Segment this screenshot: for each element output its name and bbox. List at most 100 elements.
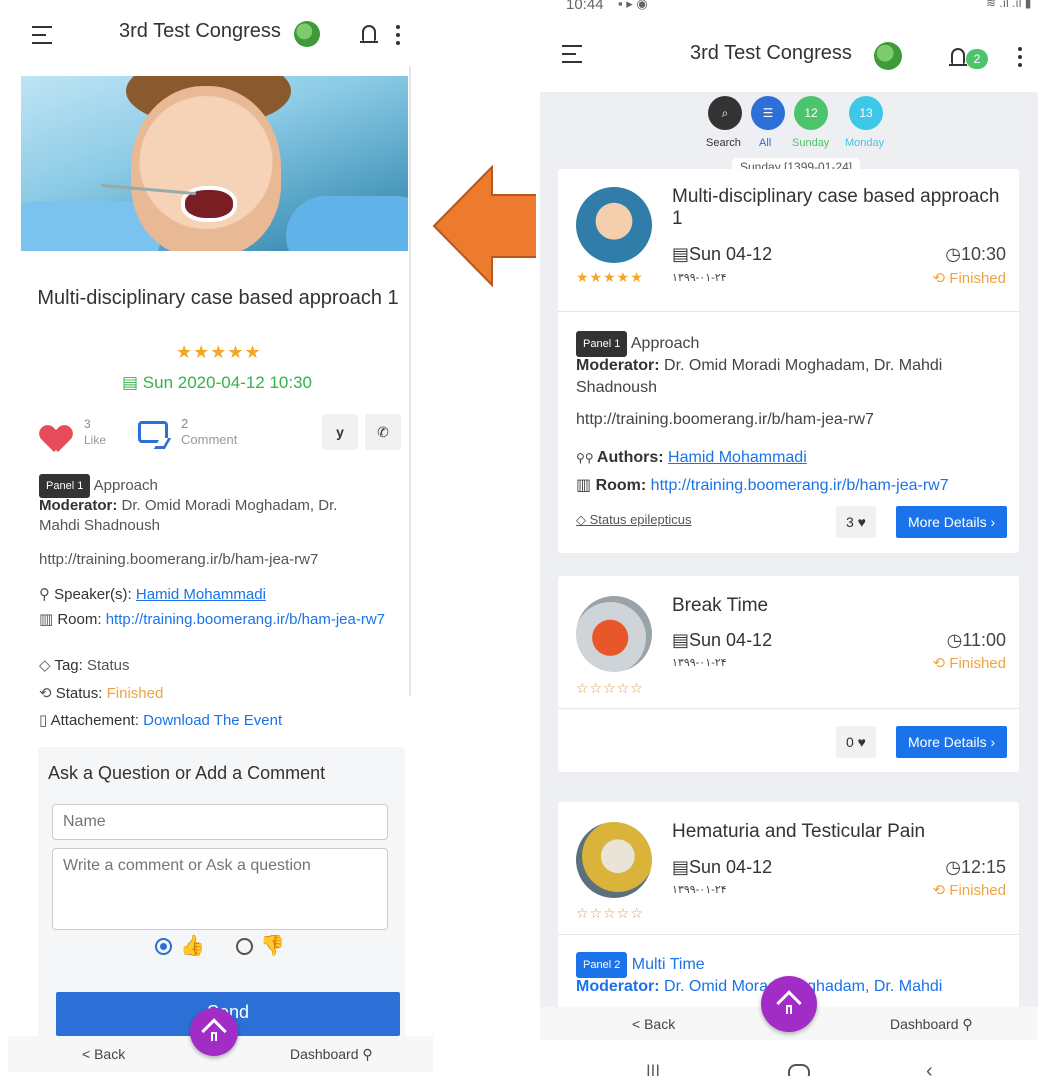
more-vert-icon[interactable]	[1018, 47, 1022, 71]
right-phone-screen: 10:44 ▪ ▸ ◉ ≋ .ıl .ıl ▮ 3rd Test Congres…	[536, 0, 1043, 1076]
clock-icon: ◷	[946, 630, 963, 650]
status-icons: ▪ ▸ ◉	[618, 0, 648, 11]
status-finished: ⟲ Finished	[932, 882, 1006, 899]
event-time: ◷12:15	[945, 857, 1006, 877]
download-link[interactable]: Download The Event	[143, 712, 282, 729]
back-nav-icon[interactable]: ‹	[926, 1060, 933, 1076]
attachment-line: ▯ Attachement: Download The Event	[39, 712, 283, 729]
status-bar: 10:44 ▪ ▸ ◉ ≋ .ıl .ıl ▮	[536, 0, 1043, 16]
panel-badge: Panel 2	[576, 952, 628, 978]
event-time: ◷10:30	[945, 244, 1006, 264]
persian-date: ۱۳۹۹-۰۱-۲۴	[672, 884, 727, 896]
search-filter-icon[interactable]: ⌕	[708, 96, 742, 130]
author-link[interactable]: Hamid Mohammadi	[668, 449, 807, 466]
history-icon: ⟲	[39, 685, 56, 702]
history-icon: ⟲	[932, 270, 950, 287]
comment-field[interactable]	[52, 848, 388, 930]
dashboard-button[interactable]: Dashboard ⚲	[890, 1016, 973, 1033]
tag-icon: ◇	[576, 512, 590, 527]
tag-link[interactable]: ◇ Status epilepticus	[576, 512, 692, 528]
comment-icon[interactable]	[138, 421, 168, 443]
event-list[interactable]: ⌕ ☰ 12 13 Search All Sunday Monday Sunda…	[540, 92, 1038, 1022]
like-radio[interactable]	[155, 938, 172, 955]
congress-logo-icon	[874, 42, 902, 70]
like-count-button[interactable]: 0 ♥	[836, 726, 876, 758]
app-title: 3rd Test Congress	[119, 20, 281, 42]
moderator-line: Moderator: Dr. Omid Moradi Moghadam, Dr.…	[576, 357, 943, 396]
card-divider	[558, 708, 1019, 709]
all-filter-icon[interactable]: ☰	[751, 96, 785, 130]
persian-date: ۱۳۹۹-۰۱-۲۴	[672, 657, 727, 669]
menu-icon[interactable]	[32, 26, 52, 50]
bell-icon[interactable]	[360, 25, 378, 43]
dislike-radio[interactable]	[236, 938, 253, 955]
menu-icon[interactable]	[562, 45, 582, 69]
event-card[interactable]: Multi-disciplinary case based approach 1…	[558, 169, 1019, 553]
monday-filter[interactable]: 13	[849, 96, 883, 130]
speaker-line: ⚲ Speaker(s): Hamid Mohammadi	[39, 586, 266, 603]
event-time: ◷11:00	[946, 630, 1006, 650]
room-line: ▥ Room: http://training.boomerang.ir/b/h…	[39, 611, 386, 628]
rating-stars: ★★★★★	[176, 342, 262, 362]
back-button[interactable]: < Back	[632, 1016, 675, 1032]
app-title: 3rd Test Congress	[690, 42, 852, 64]
card-divider	[558, 311, 1019, 312]
event-link[interactable]: http://training.boomerang.ir/b/ham-jea-r…	[576, 409, 874, 431]
panel-line: Panel 2 Multi Time	[576, 952, 705, 978]
event-title: Multi-disciplinary case based approach 1	[37, 287, 399, 309]
android-nav-bar: ||| ‹	[536, 1040, 1043, 1076]
event-card[interactable]: Break Time ▤Sun 04-12 ◷11:00 ۱۳۹۹-۰۱-۲۴ …	[558, 576, 1019, 772]
event-thumbnail	[576, 822, 652, 898]
dashboard-button[interactable]: Dashboard ⚲	[290, 1046, 373, 1063]
whatsapp-share-icon[interactable]: ✆	[365, 414, 401, 450]
scrollbar[interactable]	[409, 66, 411, 696]
notification-badge: 2	[966, 49, 988, 69]
more-details-button[interactable]: More Details ›	[896, 726, 1008, 758]
twitter-share-icon[interactable]: y	[322, 414, 358, 450]
sunday-filter[interactable]: 12	[794, 96, 828, 130]
calendar-icon: ▤	[672, 857, 690, 877]
bell-icon[interactable]	[949, 48, 967, 66]
all-filter-label: All	[759, 137, 772, 149]
status-time: 10:44	[566, 0, 604, 13]
recent-apps-icon[interactable]: |||	[646, 1062, 660, 1076]
thumbs-down-icon: 👎	[260, 935, 285, 957]
more-vert-icon[interactable]	[396, 25, 400, 49]
panel-line: Panel 1 Approach	[576, 331, 1006, 357]
panel-badge: Panel 1	[576, 331, 628, 357]
card-divider	[558, 934, 1019, 935]
moderator-line: Moderator: Dr. Omid Moradi Moghadam, Dr.…	[39, 497, 338, 534]
home-fab-button[interactable]	[190, 1008, 238, 1056]
history-icon: ⟲	[932, 655, 950, 672]
authors-line: ⚲⚲ Authors: Hamid Mohammadi	[576, 449, 807, 466]
like-count-button[interactable]: 3 ♥	[836, 506, 876, 538]
clock-icon: ◷	[945, 857, 961, 877]
room-link[interactable]: http://training.boomerang.ir/b/ham-jea-r…	[651, 477, 949, 494]
congress-logo-icon	[294, 21, 320, 47]
search-filter-label: Search	[706, 137, 741, 149]
name-field[interactable]	[52, 804, 388, 840]
map-icon: ▥	[576, 477, 596, 494]
history-icon: ⟲	[932, 882, 950, 899]
event-title[interactable]: Hematuria and Testicular Pain	[672, 821, 925, 843]
event-datetime: ▤ Sun 2020-04-12 10:30	[122, 373, 312, 392]
room-line: ▥ Room: http://training.boomerang.ir/b/h…	[576, 477, 949, 494]
back-button[interactable]: < Back	[82, 1046, 125, 1062]
like-heart-icon[interactable]	[41, 426, 71, 454]
event-title[interactable]: Multi-disciplinary case based approach 1	[672, 186, 1002, 230]
form-heading: Ask a Question or Add a Comment	[48, 763, 326, 783]
clock-icon: ◷	[945, 244, 961, 264]
top-app-bar: 3rd Test Congress	[8, 8, 433, 66]
speaker-link[interactable]: Hamid Mohammadi	[136, 586, 266, 603]
status-line: ⟲ Status: Finished	[39, 685, 164, 702]
room-link[interactable]: http://training.boomerang.ir/b/ham-jea-r…	[106, 611, 385, 628]
event-thumbnail	[576, 187, 652, 263]
home-fab-button[interactable]	[761, 976, 817, 1032]
map-icon: ▥	[39, 611, 58, 628]
rating-stars: ☆☆☆☆☆	[576, 680, 644, 696]
event-title[interactable]: Break Time	[672, 595, 768, 617]
status-finished: ⟲ Finished	[932, 655, 1006, 672]
more-details-button[interactable]: More Details ›	[896, 506, 1008, 538]
event-link[interactable]: http://training.boomerang.ir/b/ham-jea-r…	[39, 550, 318, 570]
home-nav-icon[interactable]	[788, 1064, 810, 1076]
